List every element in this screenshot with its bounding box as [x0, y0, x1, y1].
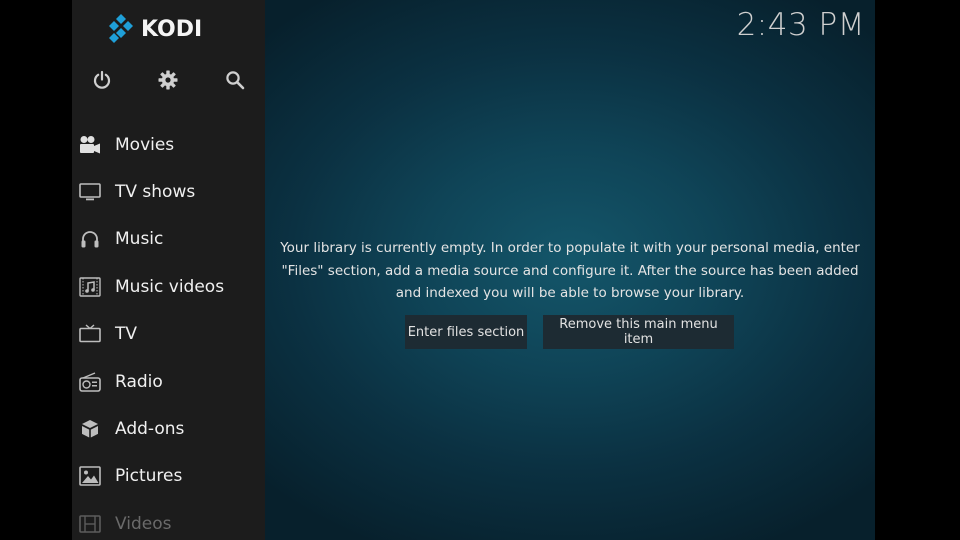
sidebar-item-radio[interactable]: Radio	[72, 358, 265, 405]
sidebar-item-label: TV	[115, 324, 138, 345]
sidebar-item-pictures[interactable]: Pictures	[72, 453, 265, 500]
music-video-icon	[79, 276, 101, 298]
message-line: Your library is currently empty. In orde…	[280, 240, 860, 256]
sidebar-item-videos[interactable]: Videos	[72, 500, 265, 540]
enter-files-section-button[interactable]: Enter files section	[405, 315, 527, 349]
action-buttons: Enter files section Remove this main men…	[265, 315, 875, 349]
sidebar-item-tv[interactable]: TV	[72, 311, 265, 358]
clock: 2:43 PM	[736, 7, 865, 43]
sidebar: KODI Movies TV shows Music Music videos …	[72, 0, 265, 540]
main-content: 2:43 PM Your library is currently empty.…	[265, 0, 875, 540]
kodi-logo-text: KODI	[141, 16, 203, 42]
gear-icon	[158, 70, 178, 90]
sidebar-item-add-ons[interactable]: Add-ons	[72, 405, 265, 452]
search-button[interactable]	[221, 66, 249, 94]
monitor-icon	[79, 181, 101, 203]
message-line: "Files" section, add a media source and …	[281, 262, 859, 279]
kodi-logo[interactable]: KODI	[109, 14, 202, 44]
film-strip-icon	[79, 513, 101, 535]
radio-icon	[79, 371, 101, 393]
sidebar-item-label: Videos	[115, 513, 172, 534]
kodi-screen: KODI Movies TV shows Music Music videos …	[72, 0, 875, 540]
main-menu: Movies TV shows Music Music videos TV Ra…	[72, 121, 265, 540]
sidebar-item-label: TV shows	[115, 182, 196, 203]
sidebar-item-music-videos[interactable]: Music videos	[72, 263, 265, 310]
top-icon-bar	[72, 66, 265, 94]
tv-icon	[79, 323, 101, 345]
kodi-logo-icon	[109, 14, 133, 43]
power-icon	[93, 70, 111, 89]
sidebar-item-label: Pictures	[115, 466, 183, 487]
sidebar-item-tv-shows[interactable]: TV shows	[72, 168, 265, 215]
remove-main-menu-item-button[interactable]: Remove this main menu item	[543, 315, 734, 349]
sidebar-item-music[interactable]: Music	[72, 216, 265, 263]
sidebar-item-label: Music	[115, 229, 164, 250]
power-button[interactable]	[88, 66, 116, 94]
sidebar-item-label: Music videos	[115, 276, 225, 297]
picture-icon	[79, 465, 101, 487]
movie-camera-icon	[79, 134, 101, 156]
settings-button[interactable]	[154, 66, 182, 94]
sidebar-item-label: Add-ons	[115, 419, 185, 440]
search-icon	[226, 71, 245, 90]
empty-library-message: Your library is currently empty. In orde…	[275, 237, 865, 305]
headphones-icon	[79, 228, 101, 250]
sidebar-item-movies[interactable]: Movies	[72, 121, 265, 168]
sidebar-item-label: Radio	[115, 371, 163, 392]
sidebar-item-label: Movies	[115, 134, 175, 155]
addons-box-icon	[79, 418, 101, 440]
message-line: and indexed you will be able to browse y…	[395, 285, 745, 302]
